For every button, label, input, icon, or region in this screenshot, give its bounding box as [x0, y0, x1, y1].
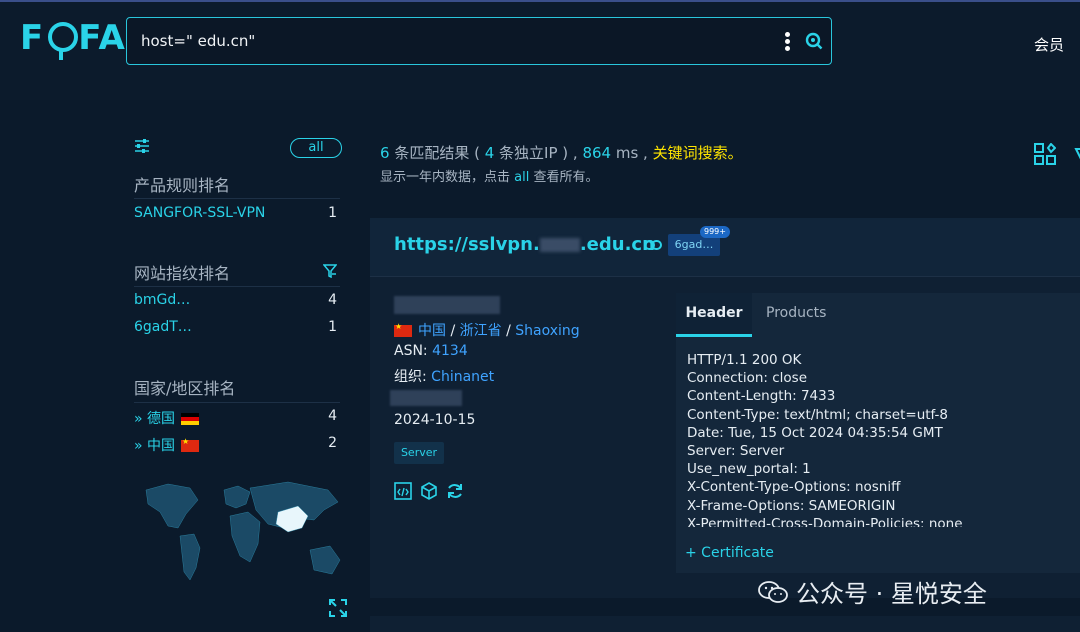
country-item-count: 2: [328, 435, 337, 451]
fingerprint-item-count: 4: [328, 292, 337, 308]
cube-icon[interactable]: [420, 482, 438, 500]
search-icon[interactable]: [805, 32, 823, 50]
ip-count: 4: [484, 144, 495, 162]
country-item-label: 中国: [147, 438, 176, 454]
url-prefix: https://sslvpn.: [394, 234, 540, 255]
all-toggle[interactable]: all: [290, 138, 342, 158]
refresh-icon[interactable]: [446, 482, 464, 500]
redacted-ip: [394, 296, 500, 314]
next-result-card: [370, 616, 1080, 632]
tab-products[interactable]: Products: [766, 293, 826, 337]
server-badge[interactable]: Server: [394, 442, 444, 464]
divider: [134, 286, 340, 287]
watermark-text: 公众号 · 星悦安全: [796, 580, 987, 608]
germany-flag-icon: [181, 413, 200, 425]
country-link[interactable]: 中国: [418, 323, 446, 339]
org-link[interactable]: Chinanet: [431, 369, 494, 385]
product-rank-title: 产品规则排名: [134, 176, 231, 195]
summary-text: 条独立IP ) ,: [494, 144, 583, 162]
result-summary: 6 条匹配结果 ( 4 条独立IP ) , 864 ms , 关键词搜索。: [380, 142, 743, 163]
grid-view-icon[interactable]: [1034, 143, 1056, 165]
top-edge: [0, 0, 1080, 2]
country-item-label: 德国: [147, 411, 176, 427]
world-map[interactable]: [138, 476, 348, 598]
tab-header[interactable]: Header: [676, 293, 752, 337]
header-line: X-Permitted-Cross-Domain-Policies: none: [687, 515, 963, 527]
more-options-icon[interactable]: [785, 32, 791, 52]
fingerprint-item[interactable]: 6gadT… 1: [134, 319, 340, 335]
country-rank-title: 国家/地区排名: [134, 379, 236, 398]
separator: /: [506, 323, 511, 339]
funnel-filter-icon[interactable]: [323, 264, 337, 278]
expand-icon[interactable]: [328, 598, 348, 618]
detail-panel: Header Products HTTP/1.1 200 OK Connecti…: [676, 293, 1080, 573]
watermark: 公众号 · 星悦安全: [758, 574, 987, 609]
chevron-double-right-icon: »: [134, 438, 143, 454]
member-link[interactable]: 会员: [1034, 34, 1064, 55]
list-view-icon[interactable]: [1070, 143, 1080, 165]
fingerprint-item-label: bmGd…: [134, 292, 191, 308]
org-label: 组织:: [394, 369, 432, 385]
org-row: 组织: Chinanet: [394, 366, 494, 386]
header-line: X-Frame-Options: SAMEORIGIN: [687, 497, 896, 514]
asn-row: ASN: 4134: [394, 343, 468, 359]
result-count: 6: [380, 144, 390, 162]
province-link[interactable]: 浙江省: [460, 323, 502, 339]
header-line: Content-Length: 7433: [687, 388, 836, 405]
filter-settings-icon[interactable]: [134, 138, 150, 154]
product-item-count: 1: [328, 205, 337, 221]
logo-o-icon: [46, 18, 79, 60]
link-icon[interactable]: [644, 240, 662, 250]
asn-label: ASN:: [394, 343, 433, 359]
header-line: Use_new_portal: 1: [687, 461, 811, 478]
certificate-toggle[interactable]: + Certificate: [685, 545, 774, 561]
country-item-count: 4: [328, 408, 337, 424]
wechat-icon: [758, 580, 788, 603]
divider: [134, 198, 340, 199]
date-range-note: 显示一年内数据，点击 all 查看所有。: [380, 166, 598, 185]
summary-text: ms ,: [611, 144, 653, 162]
code-icon[interactable]: [394, 482, 412, 500]
fingerprint-item[interactable]: bmGd… 4: [134, 292, 340, 308]
fingerprint-item-label: 6gadT…: [134, 319, 192, 335]
note-text: 显示一年内数据，点击: [380, 170, 515, 185]
china-flag-icon: [181, 437, 200, 452]
header-line: X-Content-Type-Options: nosniff: [687, 479, 901, 496]
summary-text: 条匹配结果 (: [389, 144, 485, 162]
city-link[interactable]: Shaoxing: [515, 323, 579, 339]
http-header-content: HTTP/1.1 200 OK Connection: close Conten…: [687, 351, 1077, 527]
search-input[interactable]: host=" edu.cn": [141, 32, 255, 50]
location-row: 中国 / 浙江省 / Shaoxing: [394, 320, 580, 340]
redacted-block: [539, 238, 580, 252]
view-all-link[interactable]: all: [514, 170, 529, 185]
scan-date: 2024-10-15: [394, 412, 476, 428]
keyword-search-link[interactable]: 关键词搜索。: [653, 144, 743, 162]
country-item-china[interactable]: » 中国 2: [134, 435, 340, 455]
result-card-header: https://sslvpn. .edu.cn 6gad… 999+: [370, 218, 1080, 277]
header-line: Connection: close: [687, 370, 807, 387]
redacted-field: [390, 390, 462, 406]
fofa-logo[interactable]: F FA: [20, 18, 126, 60]
query-time: 864: [582, 144, 612, 162]
header-line: Server: Server: [687, 443, 785, 460]
chevron-double-right-icon: »: [134, 411, 143, 427]
separator: /: [450, 323, 456, 339]
note-text: 查看所有。: [529, 170, 599, 185]
country-item-germany[interactable]: » 德国 4: [134, 408, 340, 428]
fingerprint-item-count: 1: [328, 319, 337, 335]
divider: [134, 402, 340, 403]
tag-count-badge: 999+: [700, 226, 730, 238]
china-flag-icon: [394, 322, 412, 337]
header-line: Date: Tue, 15 Oct 2024 04:35:54 GMT: [687, 424, 943, 441]
asn-link[interactable]: 4134: [432, 343, 468, 359]
result-url[interactable]: https://sslvpn. .edu.cn: [394, 234, 655, 255]
search-box[interactable]: host=" edu.cn": [126, 17, 832, 65]
product-item-label: SANGFOR-SSL-VPN: [134, 205, 266, 221]
header-line: HTTP/1.1 200 OK: [687, 352, 802, 368]
header-line: Content-Type: text/html; charset=utf-8: [687, 406, 949, 423]
product-item[interactable]: SANGFOR-SSL-VPN 1: [134, 205, 340, 221]
fingerprint-rank-title: 网站指纹排名: [134, 264, 231, 283]
